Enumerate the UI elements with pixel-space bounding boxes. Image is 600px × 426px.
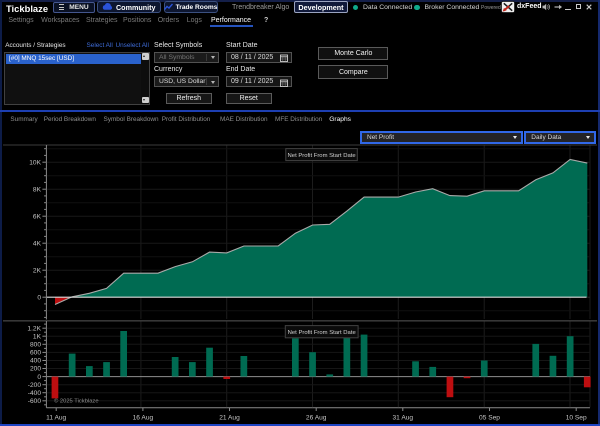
svg-text:6K: 6K [33, 213, 42, 220]
svg-text:-200: -200 [28, 382, 42, 389]
svg-text:1.2K: 1.2K [27, 325, 41, 332]
svg-text:4K: 4K [33, 240, 42, 247]
svg-text:200: 200 [30, 366, 41, 373]
svg-text:0: 0 [37, 374, 41, 381]
svg-text:400: 400 [30, 358, 41, 365]
svg-text:21 Aug: 21 Aug [219, 415, 240, 422]
svg-text:2K: 2K [33, 267, 42, 274]
svg-text:-600: -600 [28, 398, 42, 405]
svg-text:600: 600 [30, 350, 41, 357]
svg-text:Net Profit From Start Date: Net Profit From Start Date [288, 330, 357, 336]
svg-text:0: 0 [37, 294, 41, 301]
svg-text:10K: 10K [29, 159, 41, 166]
svg-text:26 Aug: 26 Aug [306, 415, 327, 422]
svg-text:-400: -400 [28, 390, 42, 397]
svg-text:11 Aug: 11 Aug [46, 415, 66, 422]
svg-text:800: 800 [30, 342, 41, 349]
svg-text:10 Sep: 10 Sep [566, 415, 587, 422]
svg-text:8K: 8K [33, 186, 42, 193]
svg-text:1K: 1K [33, 333, 42, 340]
svg-text:Net Profit From Start Date: Net Profit From Start Date [288, 153, 357, 159]
svg-text:31 Aug: 31 Aug [393, 415, 414, 422]
svg-text:05 Sep: 05 Sep [479, 415, 500, 422]
svg-text:© 2025 Tickblaze: © 2025 Tickblaze [54, 397, 99, 404]
svg-text:16 Aug: 16 Aug [133, 415, 154, 422]
